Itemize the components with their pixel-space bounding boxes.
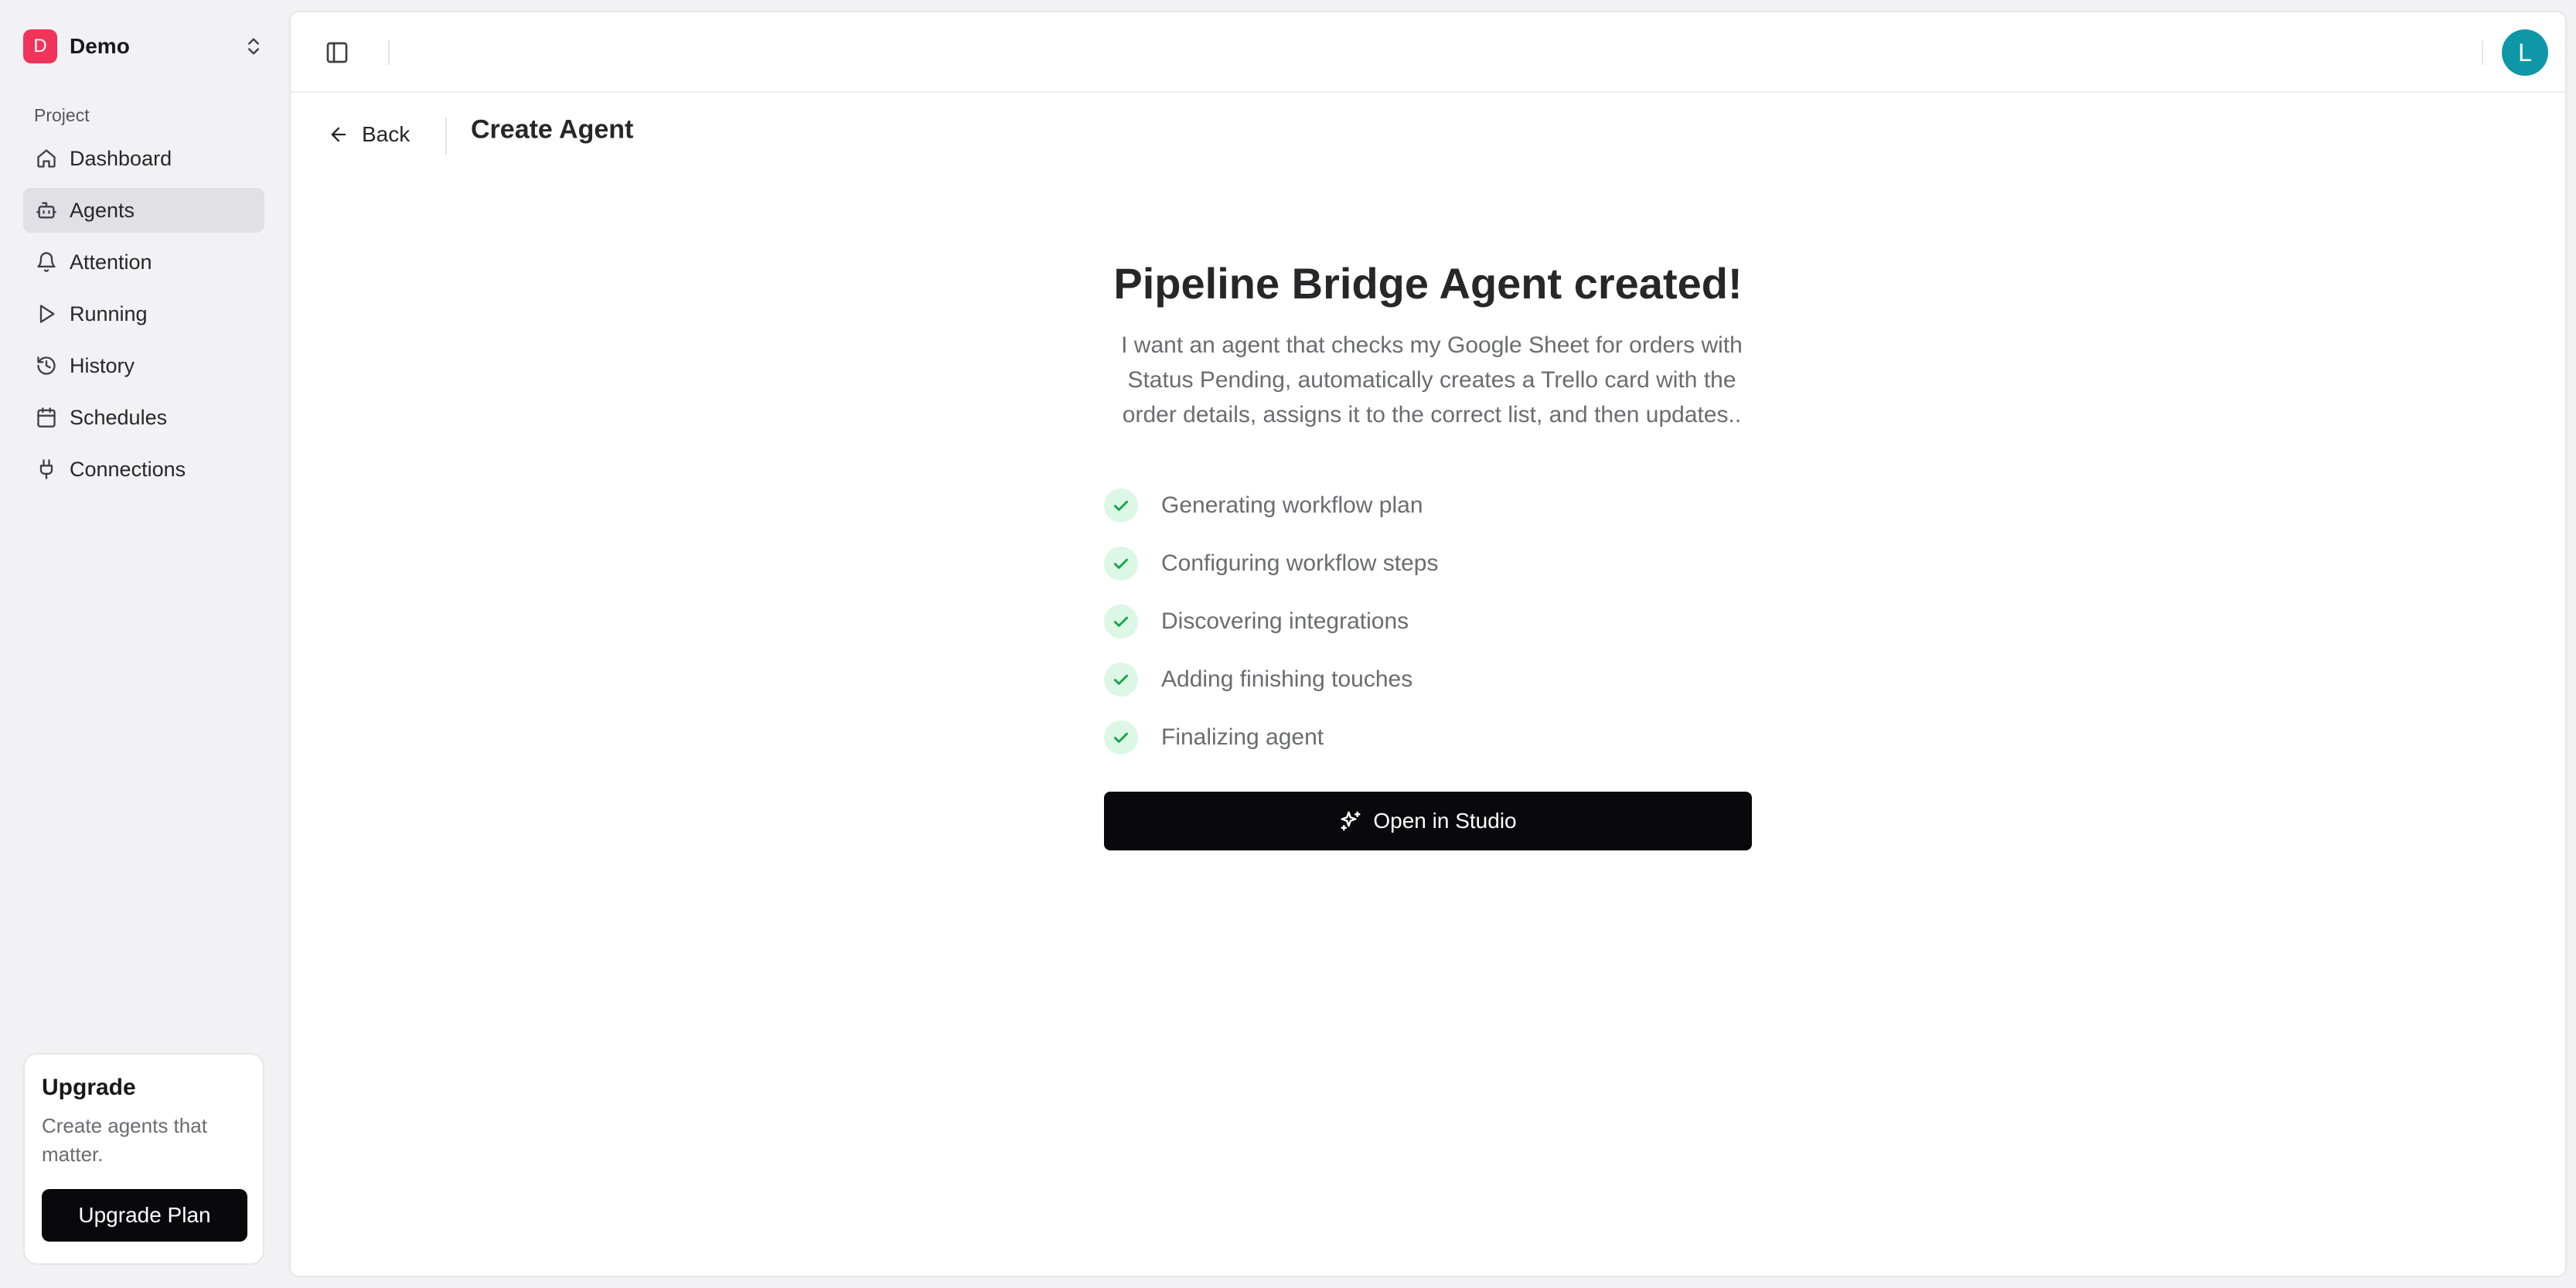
- topbar-divider: [388, 40, 390, 65]
- upgrade-title: Upgrade: [42, 1075, 136, 1100]
- sidebar-item-connections[interactable]: Connections: [23, 447, 264, 492]
- section-label-project: Project: [34, 105, 90, 125]
- bell-icon: [36, 251, 57, 273]
- open-in-studio-label: Open in Studio: [1373, 809, 1517, 833]
- sidebar-item-label: Schedules: [70, 405, 168, 429]
- sidebar-item-schedules[interactable]: Schedules: [23, 395, 264, 440]
- sidebar-item-label: Dashboard: [70, 146, 172, 170]
- workspace-logo: D: [23, 29, 57, 63]
- home-icon: [36, 148, 57, 169]
- step-item: Finalizing agent: [1104, 708, 1439, 766]
- step-item: Configuring workflow steps: [1104, 534, 1439, 592]
- play-icon: [36, 303, 57, 325]
- sidebar-item-attention[interactable]: Attention: [23, 240, 264, 285]
- sidebar-item-history[interactable]: History: [23, 343, 264, 388]
- check-icon: [1104, 604, 1138, 639]
- step-label: Finalizing agent: [1161, 724, 1324, 750]
- upgrade-description: Create agents that matter.: [42, 1114, 207, 1166]
- workspace-switcher[interactable]: D Demo: [23, 23, 264, 70]
- plug-icon: [36, 458, 57, 480]
- step-label: Configuring workflow steps: [1161, 550, 1439, 576]
- main-panel: L Back Create Agent Pipeline Bridge Agen…: [289, 11, 2567, 1277]
- sidebar-toggle-icon[interactable]: [325, 40, 353, 68]
- sidebar-item-running[interactable]: Running: [23, 291, 264, 336]
- check-icon: [1104, 546, 1138, 581]
- arrow-left-icon: [331, 127, 346, 142]
- topbar: L: [291, 12, 2565, 93]
- sparkles-icon: [1341, 811, 1361, 831]
- sidebar: D Demo Project Dashboard Agents Attentio…: [0, 0, 288, 1288]
- sidebar-item-dashboard[interactable]: Dashboard: [23, 136, 264, 181]
- upgrade-plan-button[interactable]: Upgrade Plan: [42, 1189, 247, 1242]
- workspace-name: Demo: [70, 34, 130, 58]
- step-item: Adding finishing touches: [1104, 650, 1439, 708]
- page-title: Create Agent: [471, 114, 634, 145]
- calendar-icon: [36, 407, 57, 428]
- progress-steps: Generating workflow plan Configuring wor…: [1104, 476, 1439, 766]
- bot-icon: [36, 199, 57, 221]
- check-icon: [1104, 662, 1138, 697]
- sidebar-item-label: Running: [70, 302, 148, 325]
- avatar[interactable]: L: [2502, 29, 2548, 76]
- topbar-divider: [2482, 40, 2483, 65]
- sidebar-nav: Dashboard Agents Attention Running Histo…: [23, 136, 264, 499]
- step-item: Generating workflow plan: [1104, 476, 1439, 534]
- sidebar-item-label: History: [70, 353, 135, 377]
- history-icon: [36, 355, 57, 377]
- back-label: Back: [362, 122, 411, 146]
- header-divider: [445, 118, 447, 155]
- sidebar-item-label: Connections: [70, 457, 186, 481]
- agent-prompt-text: I want an agent that checks my Google Sh…: [1121, 332, 1743, 428]
- back-button[interactable]: Back: [328, 122, 410, 147]
- step-item: Discovering integrations: [1104, 592, 1439, 650]
- chevrons-up-down-icon: [243, 36, 264, 57]
- sidebar-item-agents[interactable]: Agents: [23, 188, 264, 233]
- upgrade-card: Upgrade Create agents that matter. Upgra…: [23, 1053, 264, 1265]
- step-label: Adding finishing touches: [1161, 666, 1413, 692]
- step-label: Generating workflow plan: [1161, 492, 1423, 518]
- step-label: Discovering integrations: [1161, 608, 1409, 634]
- check-icon: [1104, 720, 1138, 755]
- check-icon: [1104, 488, 1138, 523]
- sidebar-item-label: Agents: [70, 198, 135, 222]
- created-headline: Pipeline Bridge Agent created!: [1113, 259, 1743, 308]
- sidebar-item-label: Attention: [70, 250, 152, 274]
- open-in-studio-button[interactable]: Open in Studio: [1104, 792, 1752, 850]
